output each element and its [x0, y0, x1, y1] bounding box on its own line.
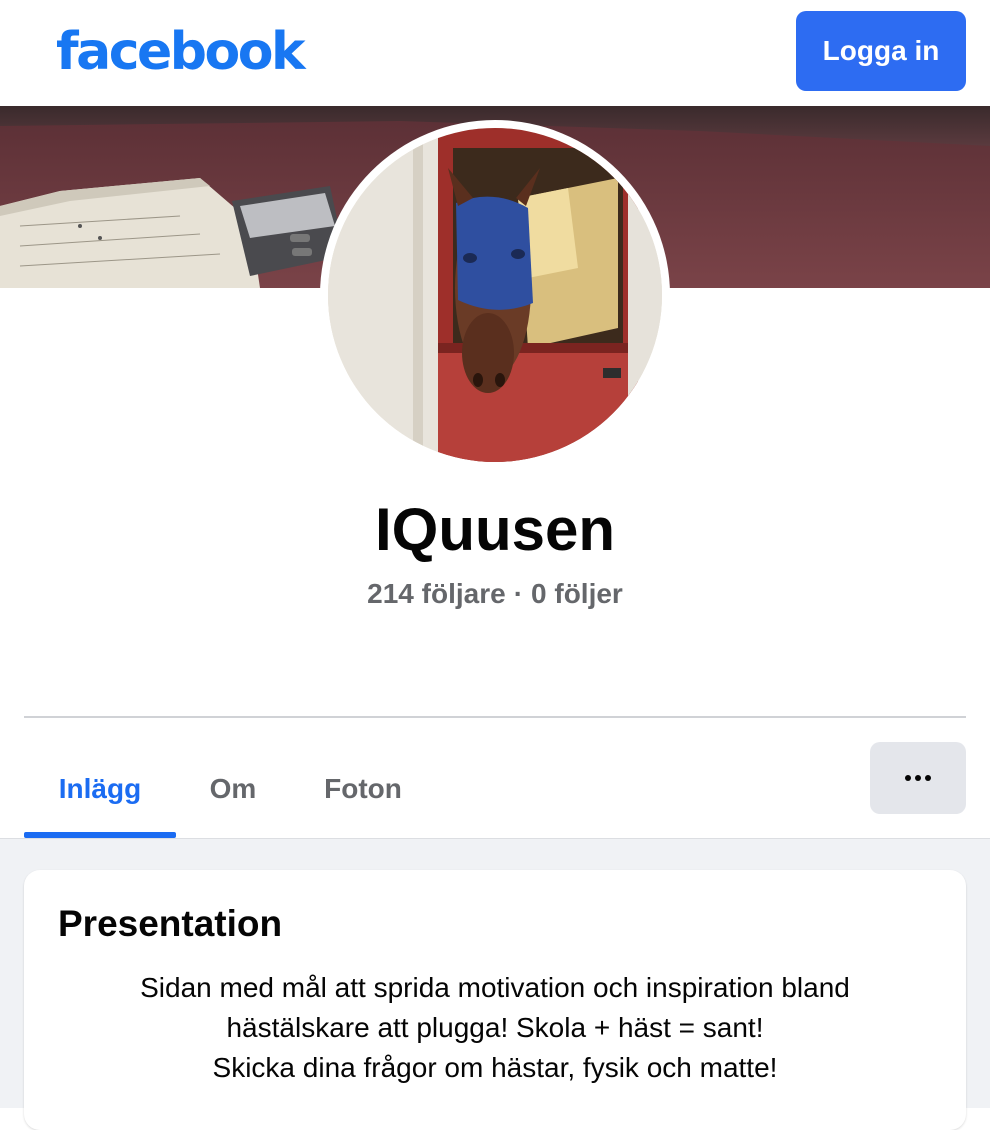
more-dots-icon: [905, 775, 911, 781]
profile-stats: 214 följare · 0 följer: [0, 574, 990, 614]
more-dots-icon: [915, 775, 921, 781]
profile-tabs: Inlägg Om Foton: [24, 740, 966, 838]
tab-posts-label: Inlägg: [58, 773, 142, 804]
more-dots-icon: [925, 775, 931, 781]
following-count[interactable]: 0 följer: [531, 578, 623, 609]
horse-photo: [328, 128, 662, 462]
bio-line: hästälskare att plugga! Skola + häst = s…: [226, 1012, 764, 1043]
bio-line: Skicka dina frågor om hästar, fysik och …: [212, 1052, 778, 1083]
more-options-button[interactable]: [870, 742, 966, 814]
tab-about[interactable]: Om: [186, 740, 280, 838]
tab-posts[interactable]: Inlägg: [24, 740, 176, 838]
tab-photos-label: Foton: [324, 773, 402, 804]
facebook-logo[interactable]: facebook: [56, 20, 306, 84]
profile-picture: [328, 128, 662, 462]
section-divider: [24, 716, 966, 718]
profile-name: IQuusen: [374, 496, 616, 563]
top-bar: facebook Logga in: [0, 0, 990, 106]
tab-about-label: Om: [209, 773, 257, 804]
bio-line: Sidan med mål att sprida motivation och …: [140, 972, 850, 1003]
login-button[interactable]: Logga in: [796, 11, 966, 91]
intro-card: Presentation Sidan med mål att sprida mo…: [24, 870, 966, 1130]
profile-picture-frame[interactable]: [320, 120, 670, 470]
intro-title: Presentation: [58, 903, 283, 944]
tab-photos[interactable]: Foton: [300, 740, 426, 838]
followers-count[interactable]: 214 följare: [367, 578, 506, 609]
intro-bio: Sidan med mål att sprida motivation och …: [24, 968, 966, 1088]
stats-separator: ·: [513, 578, 524, 609]
